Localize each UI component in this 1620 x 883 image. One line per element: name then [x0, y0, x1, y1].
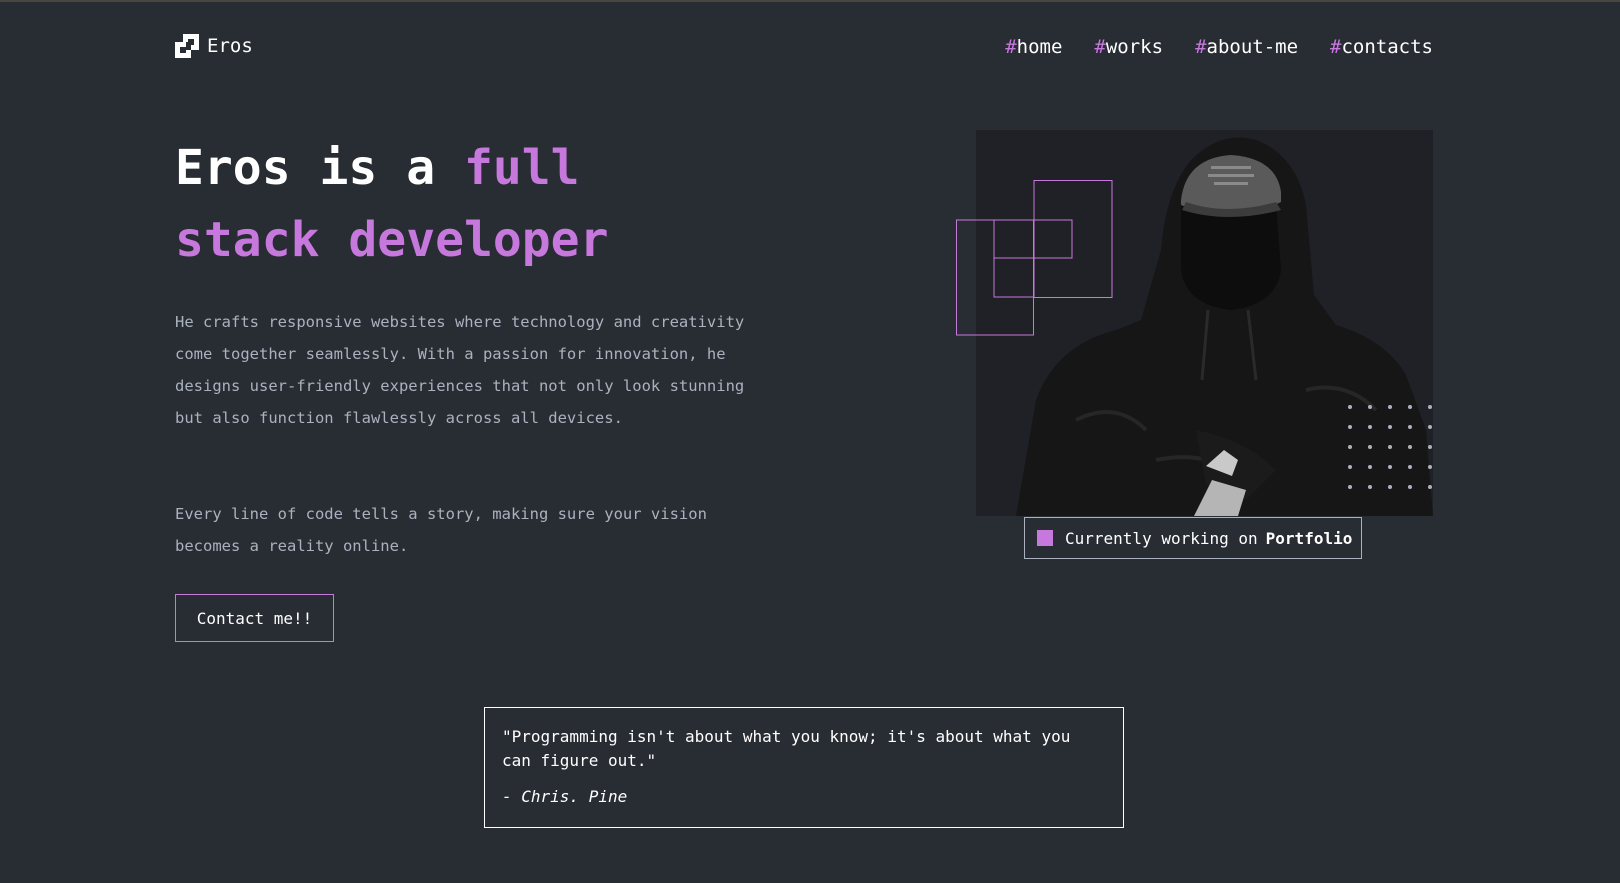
dot-grid-decoration [1348, 405, 1432, 489]
contact-button[interactable]: Contact me!! [175, 594, 334, 642]
nav-hash: # [1195, 36, 1207, 58]
logo-icon [175, 34, 199, 58]
nav-label: about-me [1206, 36, 1299, 58]
outline-logo-decoration [956, 180, 1113, 336]
nav-works[interactable]: #works [1094, 36, 1163, 58]
nav-label: contacts [1341, 36, 1433, 58]
dot [1348, 465, 1352, 469]
dot [1348, 425, 1352, 429]
dot [1348, 485, 1352, 489]
status-project: Portfolio [1265, 528, 1353, 548]
dot [1428, 425, 1432, 429]
nav-hash: # [1005, 36, 1017, 58]
headline-accent-full: full [463, 140, 580, 196]
top-border [0, 0, 1620, 2]
nav-about-me[interactable]: #about-me [1195, 36, 1298, 58]
quote-author: - Chris. Pine [502, 787, 628, 806]
intro-paragraph: He crafts responsive websites where tech… [175, 313, 745, 427]
story-paragraph: Every line of code tells a story, making… [175, 505, 707, 555]
hero-headline: Eros is a full stack developer [175, 132, 795, 276]
dot [1408, 445, 1412, 449]
nav-home[interactable]: #home [1005, 36, 1062, 58]
dot [1428, 465, 1432, 469]
dot [1368, 425, 1372, 429]
status-square-icon [1037, 530, 1053, 546]
nav-hash: # [1330, 36, 1342, 58]
dot [1408, 465, 1412, 469]
main-nav: #home #works #about-me #contacts [1005, 36, 1433, 58]
dot [1408, 425, 1412, 429]
nav-hash: # [1094, 36, 1106, 58]
quote-box: "Programming isn't about what you know; … [484, 707, 1124, 828]
site-logo[interactable]: Eros [175, 34, 253, 58]
nav-label: works [1105, 36, 1164, 58]
dot [1368, 485, 1372, 489]
nav-label: home [1016, 36, 1063, 58]
nav-contacts[interactable]: #contacts [1330, 36, 1433, 58]
dot [1388, 405, 1392, 409]
dot [1408, 405, 1412, 409]
dot [1348, 445, 1352, 449]
dot [1408, 485, 1412, 489]
dot [1428, 445, 1432, 449]
logo-text: Eros [207, 35, 253, 57]
status-prefix: Currently working on [1065, 528, 1258, 548]
dot [1348, 405, 1352, 409]
quote-text: "Programming isn't about what you know; … [502, 727, 1071, 770]
dot [1368, 465, 1372, 469]
dot [1368, 405, 1372, 409]
status-badge: Currently working on Portfolio [1024, 517, 1362, 559]
dot [1388, 425, 1392, 429]
headline-accent-role: stack developer [175, 212, 609, 268]
headline-text: Eros is a [175, 140, 464, 196]
dot [1388, 465, 1392, 469]
dot [1428, 485, 1432, 489]
dot [1368, 445, 1372, 449]
dot [1428, 405, 1432, 409]
dot [1388, 485, 1392, 489]
dot [1388, 445, 1392, 449]
